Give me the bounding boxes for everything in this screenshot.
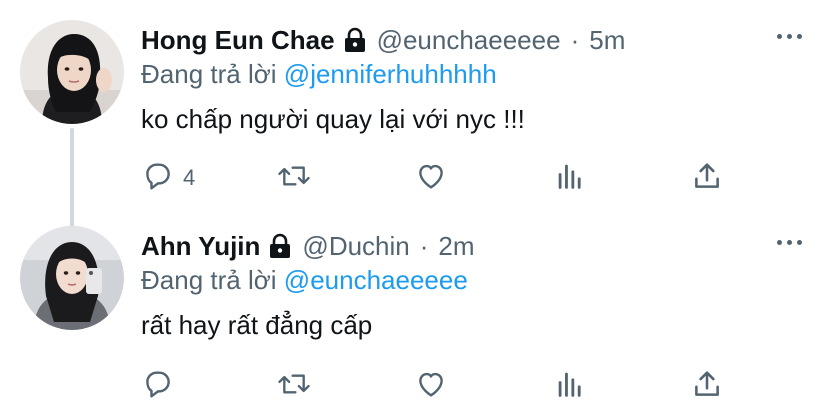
share-button[interactable] (690, 366, 724, 406)
avatar[interactable] (20, 226, 124, 330)
analytics-button[interactable] (553, 158, 587, 198)
lock-icon (343, 27, 367, 53)
avatar[interactable] (20, 20, 124, 124)
bar-chart-icon (553, 367, 587, 406)
replying-to-label: Đang trả lời (141, 59, 277, 89)
tweet-reply[interactable]: Ahn Yujin @Duchin · 2m Đang trả lời @eun… (0, 216, 828, 402)
more-options-icon[interactable] (777, 240, 802, 245)
author-name[interactable]: Hong Eun Chae (141, 24, 335, 56)
tweet-reply[interactable]: Hong Eun Chae @eunchaeeeee · 5m Đang trả… (0, 0, 828, 216)
share-button[interactable] (690, 158, 724, 198)
reply-icon (141, 367, 175, 406)
replying-to-label: Đang trả lời (141, 265, 277, 295)
replying-to: Đang trả lời @jenniferhuhhhhh (141, 58, 497, 90)
share-icon (690, 159, 724, 198)
more-options-icon[interactable] (777, 34, 802, 39)
tweet-header: Ahn Yujin @Duchin · 2m (141, 230, 475, 262)
reply-button[interactable]: 4 (141, 158, 195, 198)
reply-count: 4 (183, 165, 196, 190)
tweet-text: ko chấp người quay lại với nyc !!! (141, 104, 525, 134)
bar-chart-icon (553, 159, 587, 198)
retweet-button[interactable] (276, 158, 312, 198)
tweet-text: rất hay rất đẳng cấp (141, 310, 373, 340)
like-button[interactable] (414, 158, 448, 198)
lock-icon (268, 233, 292, 259)
action-bar: 4 (0, 158, 828, 198)
separator-dot: · (419, 231, 429, 261)
heart-icon (414, 367, 448, 406)
reply-button[interactable] (141, 366, 183, 406)
share-icon (690, 367, 724, 406)
author-handle[interactable]: @eunchaeeeee (377, 24, 561, 56)
separator-dot: · (570, 25, 580, 55)
author-handle[interactable]: @Duchin (302, 230, 409, 262)
retweet-button[interactable] (276, 366, 312, 406)
analytics-button[interactable] (553, 366, 587, 406)
replying-to-mention[interactable]: @jenniferhuhhhhh (284, 59, 497, 89)
reply-icon (141, 159, 175, 198)
timestamp[interactable]: 5m (589, 24, 625, 56)
author-name[interactable]: Ahn Yujin (141, 230, 260, 262)
action-bar (0, 366, 828, 406)
heart-icon (414, 159, 448, 198)
replying-to-mention[interactable]: @eunchaeeeee (284, 265, 468, 295)
tweet-header: Hong Eun Chae @eunchaeeeee · 5m (141, 24, 625, 56)
retweet-icon (276, 159, 312, 198)
like-button[interactable] (414, 366, 448, 406)
replying-to: Đang trả lời @eunchaeeeee (141, 264, 468, 296)
timestamp[interactable]: 2m (438, 230, 474, 262)
retweet-icon (276, 367, 312, 406)
